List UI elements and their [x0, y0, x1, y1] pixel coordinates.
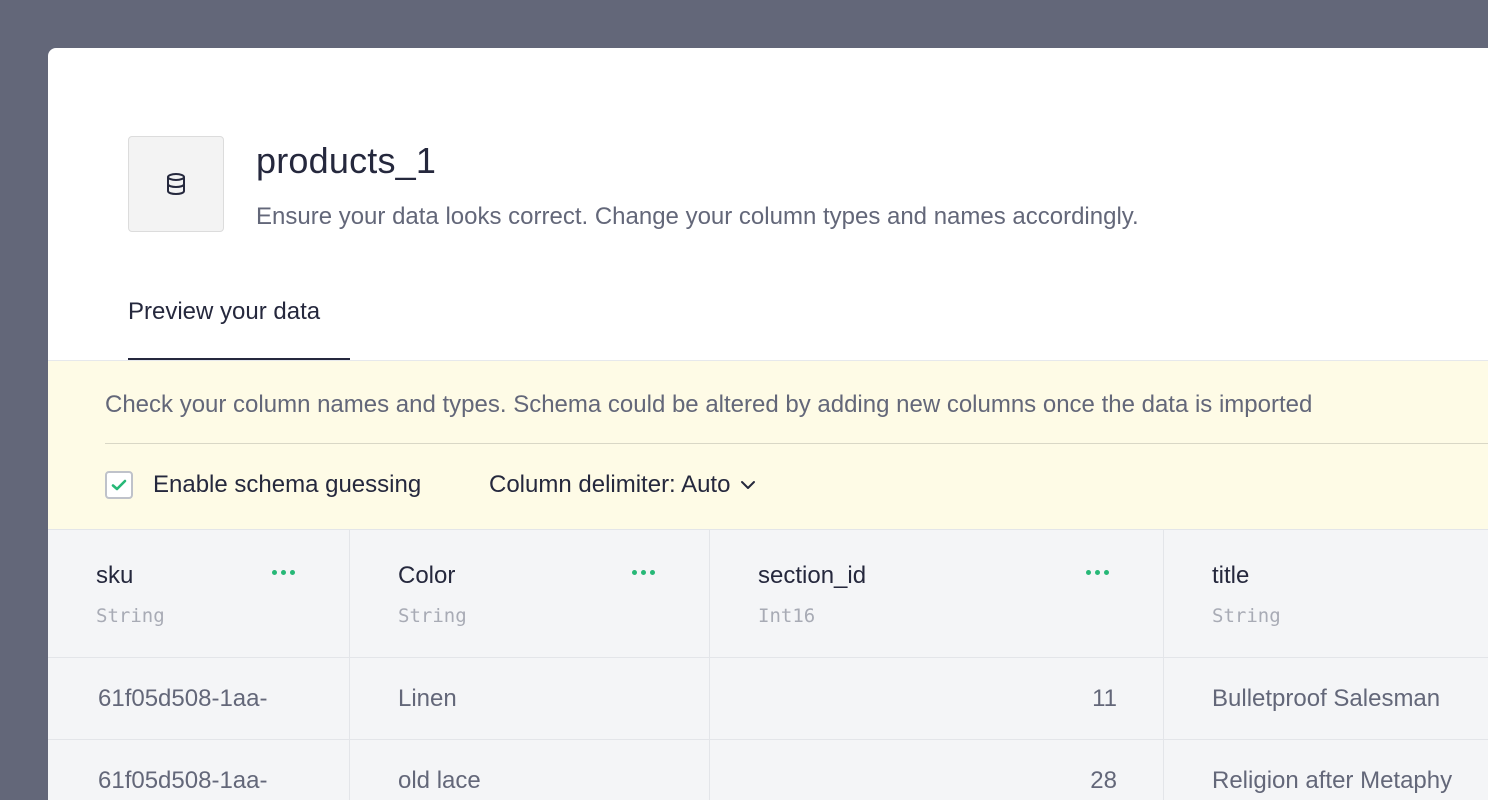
notice-divider	[105, 443, 1488, 444]
table-column: Color String Linen old lace	[350, 530, 710, 800]
column-name[interactable]: Color	[398, 562, 455, 590]
column-name[interactable]: title	[1212, 562, 1249, 590]
cell-text: 11	[1092, 685, 1117, 712]
page-title: products_1	[256, 140, 437, 181]
column-header: section_id Int16	[710, 530, 1163, 658]
cell-text: 28	[1090, 767, 1117, 794]
column-menu-icon[interactable]	[630, 566, 657, 579]
column-header: title String	[1164, 530, 1488, 658]
table-cell: 61f05d508-1aa-	[48, 658, 349, 740]
cell-text: old lace	[398, 767, 481, 794]
cell-text: 61f05d508-1aa-	[98, 685, 268, 712]
table-column: sku String 61f05d508-1aa- 61f05d508-1aa-	[48, 530, 350, 800]
table-cell: 28	[710, 740, 1163, 800]
table-cell: 61f05d508-1aa-	[48, 740, 349, 800]
schema-guessing-label[interactable]: Enable schema guessing	[153, 471, 421, 499]
table-column: section_id Int16 11 28	[710, 530, 1164, 800]
schema-guessing-checkbox[interactable]	[105, 471, 133, 499]
notice-text: Check your column names and types. Schem…	[105, 391, 1313, 418]
database-icon	[167, 173, 185, 196]
table-cell: 11	[710, 658, 1163, 740]
column-type[interactable]: String	[398, 605, 467, 627]
column-name[interactable]: sku	[96, 562, 133, 590]
table-column: title String Bulletproof Salesman Religi…	[1164, 530, 1488, 800]
chevron-down-icon	[741, 481, 756, 489]
import-panel: products_1 Ensure your data looks correc…	[48, 48, 1488, 800]
cell-text: Bulletproof Salesman	[1212, 685, 1441, 712]
column-header: Color String	[350, 530, 709, 658]
tab-preview-your-data[interactable]: Preview your data	[128, 298, 350, 360]
column-delimiter-label: Column delimiter: Auto	[489, 471, 731, 498]
column-type[interactable]: Int16	[758, 605, 815, 627]
preview-table: sku String 61f05d508-1aa- 61f05d508-1aa-…	[48, 529, 1488, 800]
table-cell: Religion after Metaphy	[1164, 740, 1488, 800]
cell-text: Linen	[398, 685, 457, 712]
column-name[interactable]: section_id	[758, 562, 866, 590]
column-menu-icon[interactable]	[1084, 566, 1111, 579]
column-delimiter-dropdown[interactable]: Column delimiter: Auto	[489, 471, 756, 499]
check-icon	[111, 479, 127, 491]
column-type[interactable]: String	[96, 605, 165, 627]
table-cell: old lace	[350, 740, 709, 800]
table-cell: Linen	[350, 658, 709, 740]
cell-text: Religion after Metaphy	[1212, 767, 1453, 794]
column-type[interactable]: String	[1212, 605, 1281, 627]
schema-notice: Check your column names and types. Schem…	[48, 361, 1488, 529]
column-menu-icon[interactable]	[270, 566, 297, 579]
table-cell: Bulletproof Salesman	[1164, 658, 1488, 740]
cell-text: 61f05d508-1aa-	[98, 767, 268, 794]
column-header: sku String	[48, 530, 349, 658]
datasource-icon-box	[128, 136, 224, 232]
page-subtitle: Ensure your data looks correct. Change y…	[256, 203, 1139, 230]
